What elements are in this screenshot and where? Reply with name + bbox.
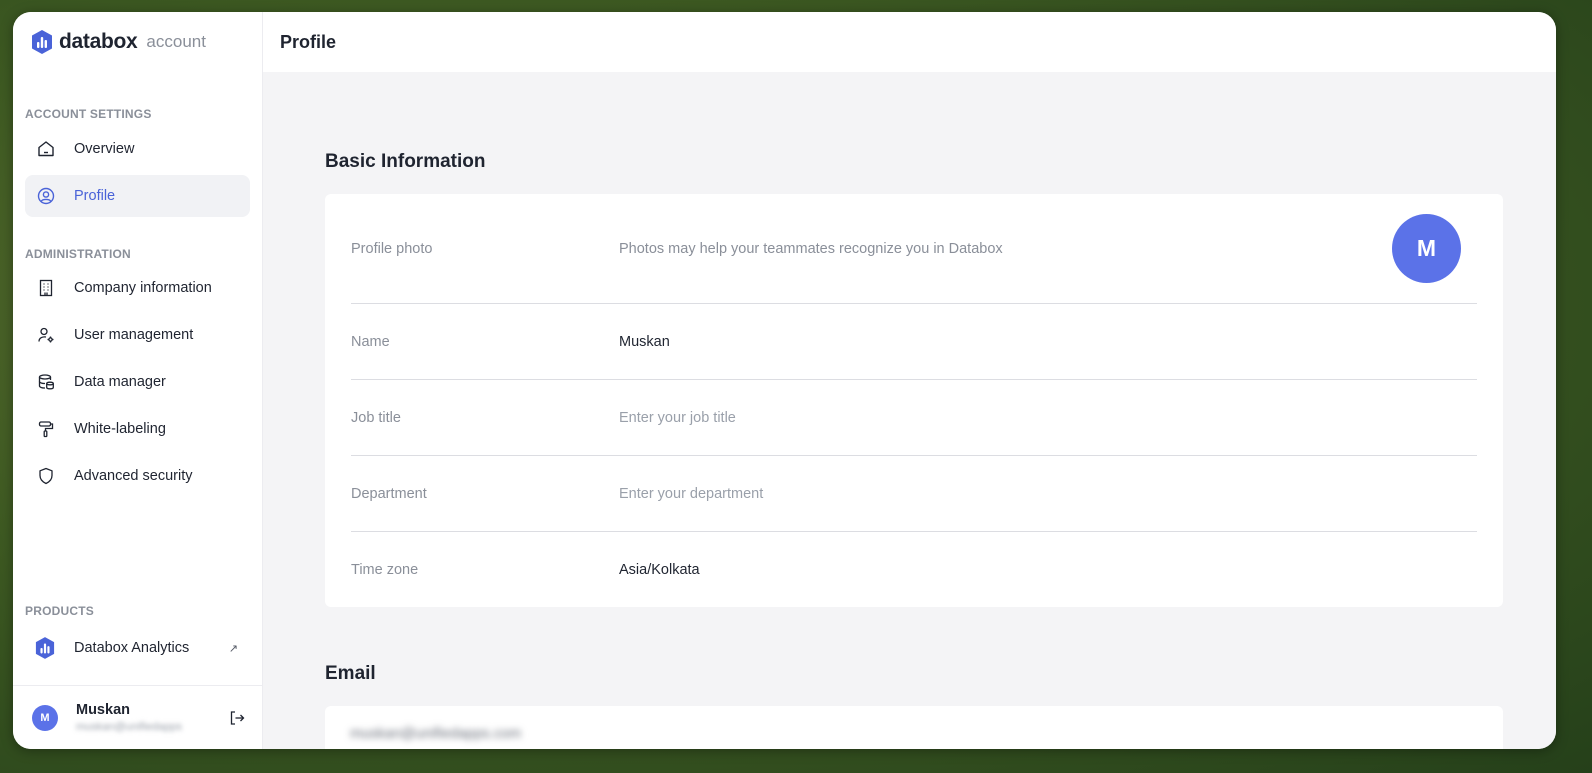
sidebar: databox account ACCOUNT SETTINGS Overvie… [13,12,263,749]
department-field[interactable]: Enter your department [619,486,1477,502]
field-label-profile-photo: Profile photo [351,240,433,257]
sidebar-item-label: Advanced security [74,468,193,484]
job-title-row[interactable]: Job title Enter your job title [351,380,1477,456]
email-value: muskan@unifiedapps.com [350,726,522,742]
external-link-icon: ↗ [228,642,238,655]
name-row[interactable]: Name Muskan [351,304,1477,380]
sidebar-item-label: White-labeling [74,421,166,437]
sidebar-item-label: Company information [74,280,212,296]
name-field[interactable]: Muskan [619,334,1477,350]
sidebar-item-advanced-security[interactable]: Advanced security [25,455,250,497]
user-email: muskan@unifiedapps [76,721,182,733]
profile-photo-hint: Photos may help your teammates recognize… [619,240,1003,257]
profile-photo-avatar[interactable]: M [1392,214,1461,283]
time-zone-field[interactable]: Asia/Kolkata [619,562,1477,578]
profile-photo-row: Profile photo Photos may help your teamm… [351,194,1477,304]
top-header: Profile [263,12,1556,72]
job-title-field[interactable]: Enter your job title [619,410,1477,426]
field-label-job-title: Job title [351,409,401,426]
databox-logo-icon [32,30,52,54]
section-label-products: PRODUCTS [25,604,94,618]
building-icon [36,278,56,298]
product-label: Databox Analytics [74,640,190,656]
section-heading-email: Email [325,663,376,684]
home-icon [36,139,56,159]
sidebar-item-overview[interactable]: Overview [25,128,250,170]
paint-roller-icon [36,419,56,439]
field-label-name: Name [351,333,390,350]
sidebar-item-user-management[interactable]: User management [25,314,250,356]
user-gear-icon [36,325,56,345]
logo-wordmark: databox [59,30,138,53]
section-heading-basic-information: Basic Information [325,151,486,172]
logo-subtitle: account [146,32,206,51]
email-card: muskan@unifiedapps.com [325,706,1503,749]
databox-logo-icon [35,637,55,659]
shield-icon [36,466,56,486]
user-circle-icon [36,186,56,206]
department-row[interactable]: Department Enter your department [351,456,1477,532]
database-icon [36,372,56,392]
main-content: Basic Information Profile photo Photos m… [263,72,1556,749]
app-window: databox account ACCOUNT SETTINGS Overvie… [13,12,1556,749]
page-title: Profile [280,31,337,52]
sidebar-item-label: Profile [74,188,116,204]
time-zone-row[interactable]: Time zone Asia/Kolkata [351,532,1477,608]
sidebar-item-label: Data manager [74,374,166,390]
user-footer: M Muskan muskan@unifiedapps [13,685,263,749]
sidebar-item-profile[interactable]: Profile [25,175,250,217]
sidebar-item-label: Overview [74,141,135,157]
field-label-department: Department [351,485,427,502]
section-label-administration: ADMINISTRATION [25,247,131,261]
product-databox-analytics[interactable]: Databox Analytics ↗ [25,627,250,669]
basic-information-card: Profile photo Photos may help your teamm… [325,194,1503,607]
user-name: Muskan [76,702,130,718]
field-label-time-zone: Time zone [351,562,419,578]
sidebar-item-label: User management [74,327,194,343]
section-label-account-settings: ACCOUNT SETTINGS [25,107,152,121]
logo[interactable]: databox account [31,29,206,55]
sidebar-item-white-labeling[interactable]: White-labeling [25,408,250,450]
user-info: Muskan muskan@unifiedapps [76,702,182,733]
avatar[interactable]: M [32,704,58,731]
sidebar-item-data-manager[interactable]: Data manager [25,361,250,403]
sidebar-item-company-information[interactable]: Company information [25,267,250,309]
logout-icon[interactable] [228,709,246,727]
